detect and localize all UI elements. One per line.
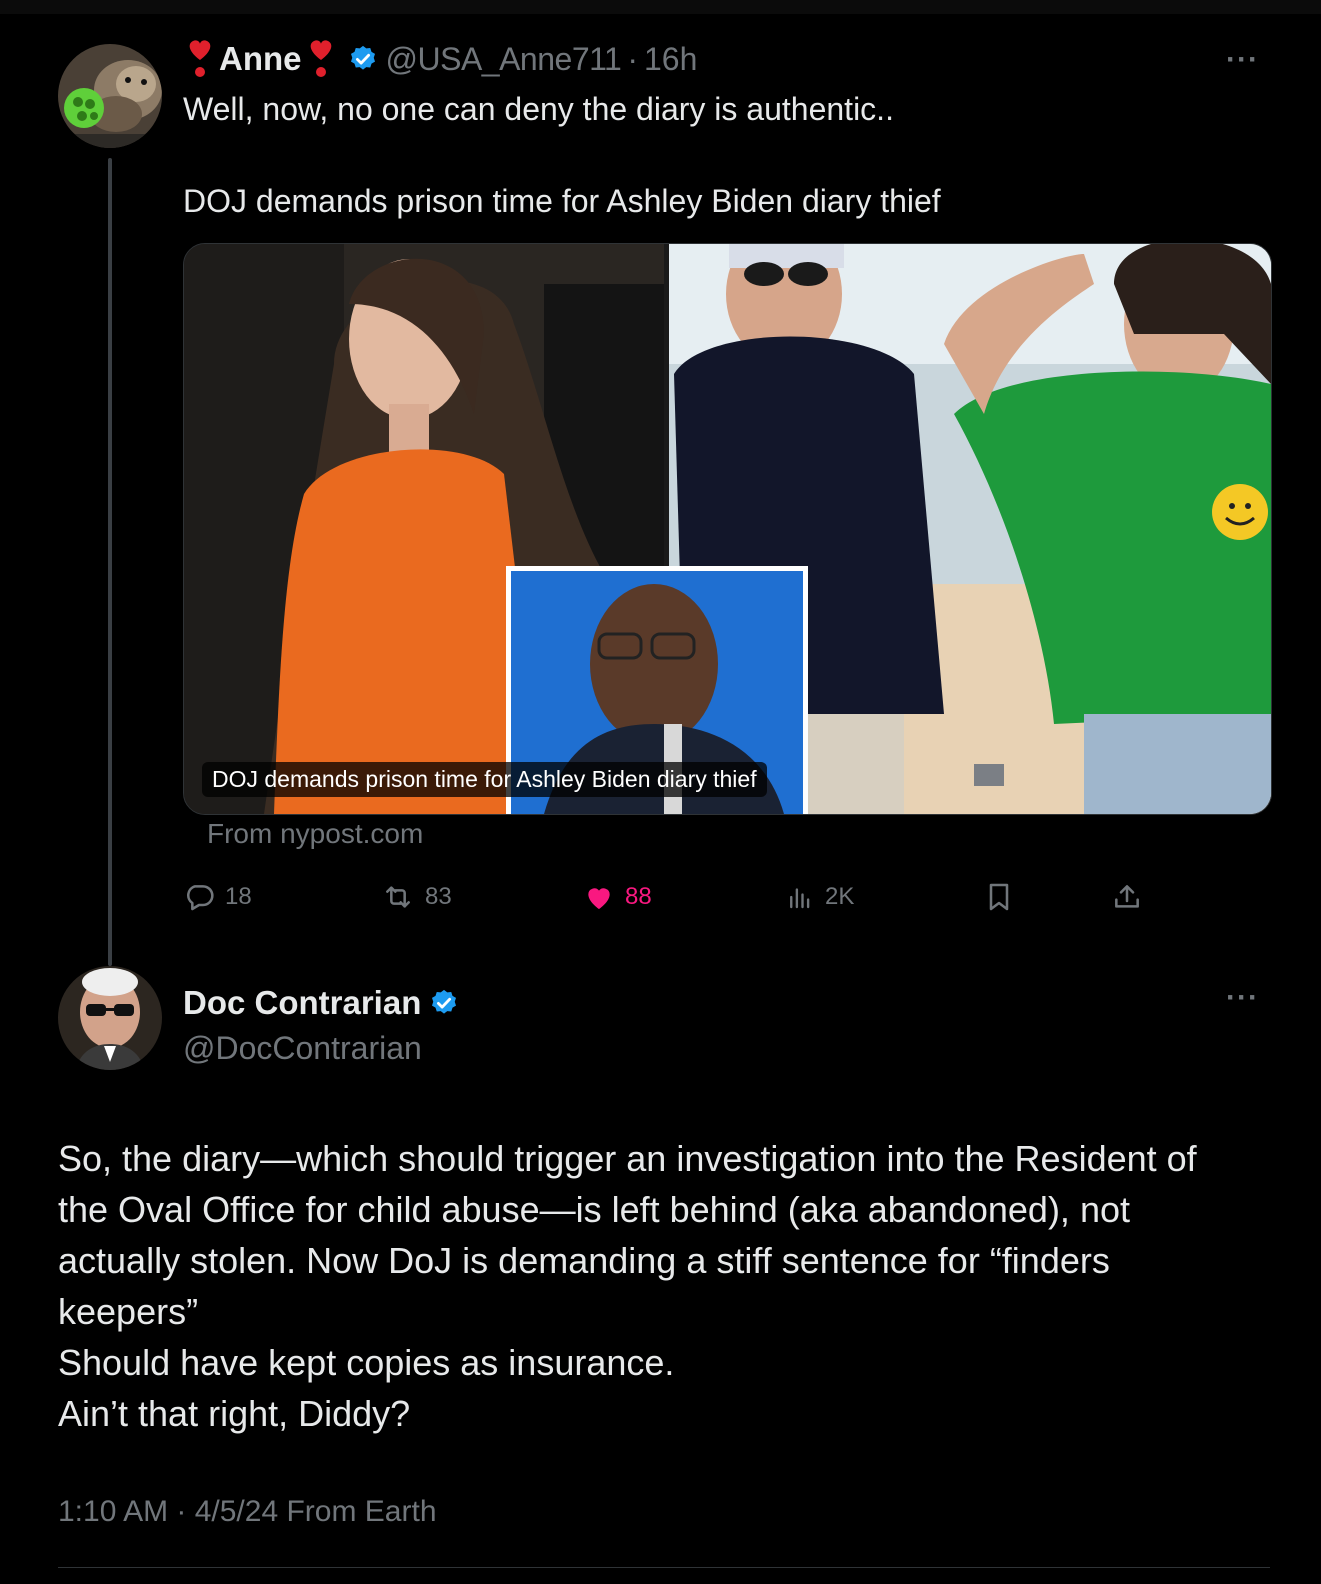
like-button[interactable]: 88	[583, 872, 652, 922]
reply-icon	[187, 885, 214, 911]
views-button[interactable]: 2K	[785, 872, 854, 922]
heart-exclamation-icon	[304, 36, 338, 82]
bookmark-icon	[989, 883, 1009, 911]
views-count: 2K	[825, 883, 855, 910]
anne-display-name[interactable]: Anne	[219, 40, 302, 78]
anne-handle[interactable]: @USA_Anne711	[386, 41, 622, 78]
tweet2-line: the Oval Office for child abuse—is left …	[58, 1189, 1130, 1230]
reply-count: 18	[225, 883, 252, 910]
more-options-button[interactable]: ···	[1226, 45, 1259, 75]
separator-dot: ·	[627, 40, 638, 77]
tweet1-timestamp[interactable]: 16h	[644, 41, 697, 78]
tweet2-line: Ain’t that right, Diddy?	[58, 1393, 411, 1434]
card-caption: DOJ demands prison time for Ashley Biden…	[202, 762, 767, 797]
tweet2-timestamp-source: 1:10 AM · 4/5/24 From Earth	[58, 1495, 437, 1528]
tweet1-text-line2: DOJ demands prison time for Ashley Biden…	[183, 183, 941, 219]
share-button[interactable]	[1111, 872, 1153, 922]
repost-count: 83	[425, 883, 452, 910]
like-icon	[588, 888, 610, 909]
verified-icon	[429, 988, 459, 1018]
reply-button[interactable]: 18	[183, 872, 252, 922]
like-count: 88	[625, 883, 652, 910]
link-preview-card[interactable]: DOJ demands prison time for Ashley Biden…	[183, 243, 1272, 815]
top-bar	[0, 0, 1321, 14]
tweet2-line: Should have kept copies as insurance.	[58, 1342, 675, 1383]
more-options-button[interactable]: ···	[1226, 983, 1259, 1013]
verified-icon	[348, 44, 378, 74]
tweet1-header: Anne @USA_Anne711 · 16h	[183, 36, 697, 82]
tweet2-body: So, the diary—which should trigger an in…	[58, 1133, 1288, 1439]
tweet1-text-line1: Well, now, no one can deny the diary is …	[183, 91, 894, 127]
repost-button[interactable]: 83	[381, 872, 452, 922]
views-icon	[790, 888, 810, 909]
tweet1-action-bar: 18 83 88 2K	[183, 872, 1163, 922]
doc-contrarian-avatar[interactable]	[58, 966, 162, 1070]
anne-avatar[interactable]	[58, 44, 162, 148]
doc-handle[interactable]: @DocContrarian	[183, 1030, 422, 1067]
card-image	[184, 244, 1271, 814]
thread-connector-line	[108, 158, 112, 966]
bookmark-button[interactable]	[983, 872, 1025, 922]
share-icon	[1115, 885, 1139, 908]
divider	[58, 1567, 1270, 1568]
card-source[interactable]: From nypost.com	[207, 818, 423, 850]
repost-icon	[386, 886, 410, 908]
tweet2-line: actually stolen. Now DoJ is demanding a …	[58, 1240, 1110, 1281]
heart-exclamation-icon	[183, 36, 217, 82]
doc-display-name[interactable]: Doc Contrarian	[183, 984, 421, 1022]
tweet2-line: So, the diary—which should trigger an in…	[58, 1138, 1197, 1179]
doc-display-name-row: Doc Contrarian	[183, 984, 467, 1022]
tweet2-line: keepers”	[58, 1291, 199, 1332]
